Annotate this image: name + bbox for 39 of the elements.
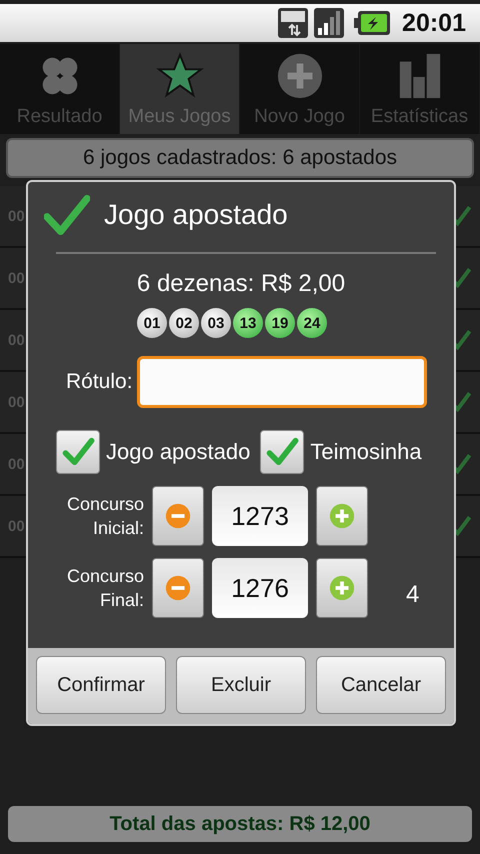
- plus-icon: [328, 574, 356, 602]
- price-text: 6 dezenas: R$ 2,00: [136, 270, 346, 298]
- battery-charging-icon: [354, 11, 390, 35]
- checkbox[interactable]: [56, 430, 100, 474]
- number-ball: 02: [169, 308, 199, 338]
- plus-icon: [328, 502, 356, 530]
- checkbox-label: Jogo apostado: [106, 439, 250, 465]
- clock-time: 20:01: [402, 8, 466, 38]
- checkbox[interactable]: [260, 430, 304, 474]
- contest-number-field[interactable]: 1276: [212, 558, 308, 618]
- contest-count: 4: [406, 581, 420, 609]
- star-icon: [156, 52, 204, 100]
- plus-icon: [276, 52, 324, 100]
- signal-icon: [314, 8, 344, 38]
- number-ball: 19: [265, 308, 295, 338]
- decrement-button[interactable]: [152, 486, 204, 546]
- label-input[interactable]: [136, 356, 427, 408]
- contest-label: Concurso Inicial:: [66, 493, 144, 540]
- minus-icon: [164, 502, 192, 530]
- dialog-button[interactable]: Confirmar: [36, 656, 166, 714]
- dialog-button[interactable]: Cancelar: [316, 656, 446, 714]
- increment-button[interactable]: [316, 558, 368, 618]
- network-3g-icon: [278, 8, 308, 38]
- total-bar: Total das apostas: R$ 12,00: [8, 806, 472, 842]
- increment-button[interactable]: [316, 486, 368, 546]
- dialog-title: Jogo apostado: [104, 199, 288, 231]
- label-caption: Rótulo:: [66, 370, 133, 394]
- minus-icon: [164, 574, 192, 602]
- contest-label: Concurso Final:: [66, 565, 144, 612]
- number-ball: 03: [201, 308, 231, 338]
- number-ball: 01: [137, 308, 167, 338]
- dialog-button[interactable]: Excluir: [176, 656, 306, 714]
- checkbox-label: Teimosinha: [310, 439, 422, 465]
- decrement-button[interactable]: [152, 558, 204, 618]
- number-ball: 13: [233, 308, 263, 338]
- summary-banner: 6 jogos cadastrados: 6 apostados: [6, 138, 474, 178]
- number-ball: 24: [297, 308, 327, 338]
- contest-number-field[interactable]: 1273: [212, 486, 308, 546]
- check-icon: [44, 195, 90, 235]
